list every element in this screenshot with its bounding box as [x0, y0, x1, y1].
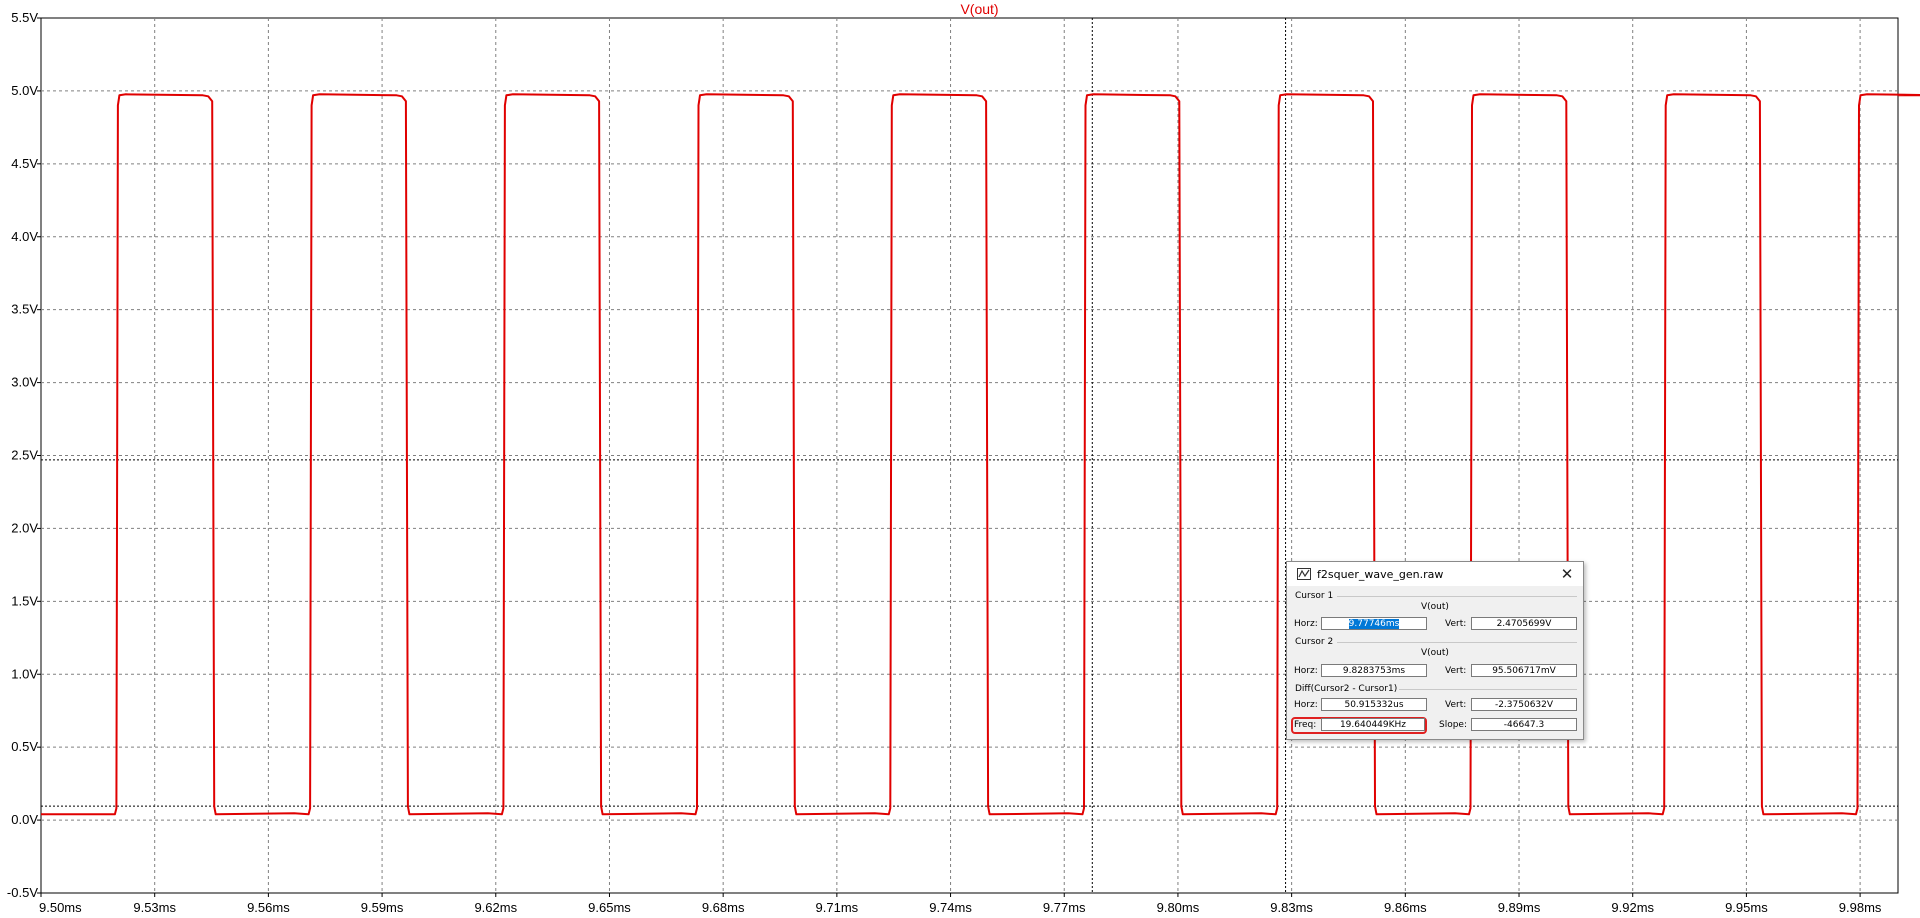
x-tick-label: 9.53ms	[133, 900, 176, 915]
cursor2-group-divider	[1337, 642, 1577, 643]
y-axis-ticks: -0.5V 0.0V 0.5V 1.0V 1.5V 2.0V 2.5V 3.0V 3.5V 4.0…	[7, 10, 41, 900]
x-tick-label: 9.56ms	[247, 900, 290, 915]
x-tick-label: 9.89ms	[1498, 900, 1541, 915]
diff-horz-field[interactable]: 50.915332us	[1321, 698, 1427, 711]
cursor1-horz-label: Horz:	[1294, 619, 1318, 629]
x-tick-label: 9.92ms	[1611, 900, 1654, 915]
cursor2-horz-label: Horz:	[1294, 666, 1318, 676]
cursor2-trace-name: V(out)	[1421, 648, 1449, 658]
x-tick-label: 9.98ms	[1839, 900, 1882, 915]
dialog-titlebar[interactable]: f2squer_wave_gen.raw ✕	[1287, 562, 1583, 586]
y-tick-label: 0.5V	[11, 739, 38, 754]
cursor2-vert-field[interactable]: 95.506717mV	[1471, 664, 1577, 677]
cursor1-group-divider	[1337, 596, 1577, 597]
cursor1-group-label: Cursor 1	[1295, 591, 1334, 601]
trace-title[interactable]: V(out)	[960, 1, 998, 17]
y-tick-label: 2.5V	[11, 448, 38, 463]
cursor2-group-label: Cursor 2	[1295, 637, 1334, 647]
diff-vert-label: Vert:	[1445, 700, 1467, 710]
cursor2-horz-field[interactable]: 9.8283753ms	[1321, 664, 1427, 677]
x-tick-label: 9.80ms	[1157, 900, 1200, 915]
y-tick-label: 4.0V	[11, 229, 38, 244]
diff-group-label: Diff(Cursor2 - Cursor1)	[1295, 684, 1398, 694]
y-tick-label: 1.0V	[11, 666, 38, 681]
diff-vert-field[interactable]: -2.3750632V	[1471, 698, 1577, 711]
x-tick-label: 9.74ms	[929, 900, 972, 915]
freq-field[interactable]: 19.640449KHz	[1321, 718, 1425, 731]
ltspice-waveform-icon	[1297, 568, 1311, 580]
x-tick-label: 9.77ms	[1043, 900, 1086, 915]
x-tick-label: 9.71ms	[816, 900, 859, 915]
cursor-readout-dialog[interactable]: f2squer_wave_gen.raw ✕ Cursor 1 V(out) H…	[1286, 561, 1584, 740]
y-tick-label: 5.0V	[11, 83, 38, 98]
cursor1-vert-label: Vert:	[1445, 619, 1467, 629]
cursor2-vert-label: Vert:	[1445, 666, 1467, 676]
cursor1-horz-value[interactable]: 9.77746ms	[1348, 619, 1400, 629]
y-tick-label: 0.0V	[11, 812, 38, 827]
y-tick-label: 4.5V	[11, 156, 38, 171]
x-tick-label: 9.65ms	[588, 900, 631, 915]
y-tick-label: 3.5V	[11, 302, 38, 317]
slope-label: Slope:	[1439, 720, 1468, 730]
slope-field[interactable]: -46647.3	[1471, 718, 1577, 731]
x-axis-ticks: 9.50ms 9.53ms 9.56ms 9.59ms 9.62ms 9.65ms 9.68…	[39, 893, 1882, 915]
y-tick-label: 1.5V	[11, 593, 38, 608]
y-tick-label: 5.5V	[11, 10, 38, 25]
cursor1-trace-name: V(out)	[1421, 602, 1449, 612]
freq-label: Freq:	[1294, 720, 1317, 730]
cursor1-vert-field[interactable]: 2.4705699V	[1471, 617, 1577, 630]
diff-group-divider	[1399, 689, 1577, 690]
x-tick-label: 9.95ms	[1725, 900, 1768, 915]
waveform-plot[interactable]: -0.5V 0.0V 0.5V 1.0V 1.5V 2.0V 2.5V 3.0V 3.5V 4.0…	[0, 0, 1920, 918]
diff-horz-label: Horz:	[1294, 700, 1318, 710]
x-tick-label: 9.68ms	[702, 900, 745, 915]
dialog-title: f2squer_wave_gen.raw	[1317, 568, 1444, 581]
y-tick-label: 2.0V	[11, 520, 38, 535]
cursor1-horz-field[interactable]: 9.77746ms	[1321, 617, 1427, 630]
x-tick-label: 9.50ms	[39, 900, 82, 915]
close-icon[interactable]: ✕	[1557, 564, 1577, 584]
x-tick-label: 9.86ms	[1384, 900, 1427, 915]
x-tick-label: 9.83ms	[1270, 900, 1313, 915]
y-tick-label: -0.5V	[7, 885, 38, 900]
x-tick-label: 9.59ms	[361, 900, 404, 915]
y-tick-label: 3.0V	[11, 375, 38, 390]
x-tick-label: 9.62ms	[474, 900, 517, 915]
